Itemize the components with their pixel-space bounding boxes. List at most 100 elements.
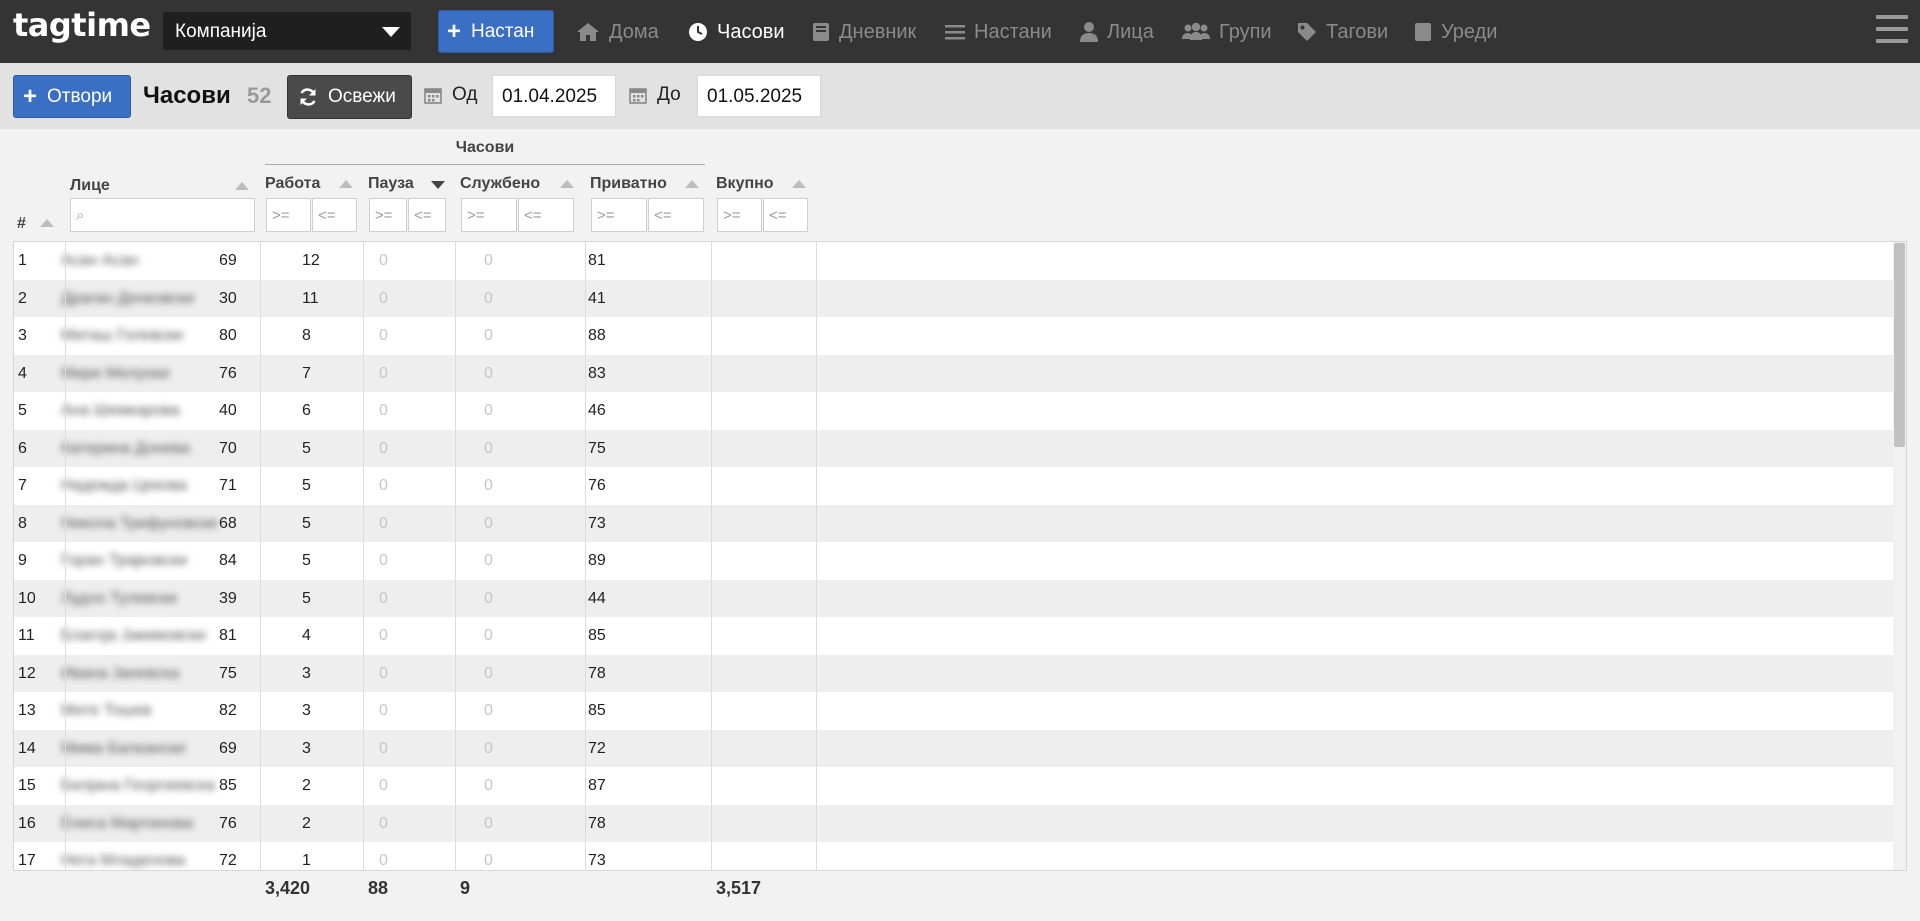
table-row[interactable]: 16 Ениса Мартинова 76 2 0 0 78: [14, 804, 1894, 842]
person-search-input[interactable]: ⌕: [70, 198, 255, 232]
pause-hours-cell: 3: [302, 702, 311, 719]
person-name-cell: Благоја Јакимовски: [61, 627, 206, 644]
private-hours-cell: 0: [484, 402, 493, 419]
business-hours-cell: 0: [379, 702, 388, 719]
nav-item-journal[interactable]: Дневник: [812, 19, 916, 45]
column-header-private[interactable]: Приватно: [590, 175, 667, 193]
pause-hours-cell: 5: [302, 439, 311, 457]
table-scrollbar[interactable]: [1893, 242, 1906, 870]
pause-hours-cell: 8: [302, 327, 311, 344]
private-hours-cell: 0: [484, 589, 493, 607]
nav-item-tags[interactable]: Тагови: [1297, 19, 1388, 45]
business-hours-cell: 0: [379, 589, 388, 607]
column-header-index[interactable]: #: [17, 215, 26, 233]
sort-asc-icon[interactable]: [560, 180, 574, 188]
table-row[interactable]: 3 Миташ Голевски 80 8 0 0 88: [14, 317, 1894, 355]
work-hours-cell: 30: [219, 289, 237, 307]
private-hours-cell: 0: [484, 702, 493, 719]
column-label: Пауза: [368, 175, 414, 192]
business-max-filter[interactable]: <=: [518, 198, 574, 232]
table-row[interactable]: 14 Мима Балкански 69 3 0 0 72: [14, 729, 1894, 767]
sort-asc-icon[interactable]: [235, 182, 249, 190]
work-hours-cell: 75: [219, 664, 237, 682]
total-hours-cell: 73: [588, 514, 606, 532]
nav-item-persons[interactable]: Лица: [1080, 19, 1154, 45]
from-date-input[interactable]: 01.04.2025: [492, 75, 616, 117]
total-min-filter[interactable]: >=: [717, 198, 762, 232]
column-label: Приватно: [590, 175, 667, 192]
table-row[interactable]: 1 Асан Асан 69 12 0 0 81: [14, 242, 1894, 280]
work-hours-cell: 68: [219, 514, 237, 532]
nav-item-label: Лица: [1107, 20, 1154, 43]
book-icon: [813, 23, 829, 41]
column-header-work[interactable]: Работа: [265, 175, 320, 193]
person-name-cell: Асан Асан: [61, 252, 139, 269]
private-min-filter[interactable]: >=: [591, 198, 647, 232]
table-row[interactable]: 11 Благоја Јакимовски 81 4 0 0 85: [14, 617, 1894, 655]
total-hours-cell: 87: [588, 777, 606, 794]
sort-asc-icon[interactable]: [339, 180, 353, 188]
work-min-filter[interactable]: >=: [266, 198, 311, 232]
column-divider: [260, 242, 261, 870]
column-header-total[interactable]: Вкупно: [716, 175, 774, 193]
table-row[interactable]: 15 Билјана Георгиевска 85 2 0 0 87: [14, 767, 1894, 805]
row-index-cell: 7: [18, 477, 27, 494]
open-button[interactable]: + Отвори: [13, 75, 131, 118]
person-name-cell: Драган Денковски: [61, 289, 195, 307]
new-event-label: Настан: [471, 20, 535, 42]
business-hours-cell: 0: [379, 289, 388, 307]
person-name-cell: Горан Трајковски: [61, 552, 188, 569]
column-label: Вкупно: [716, 175, 774, 192]
business-hours-cell: 0: [379, 477, 388, 494]
scrollbar-thumb[interactable]: [1894, 243, 1905, 447]
table-row[interactable]: 12 Ивана Јаневска 75 3 0 0 78: [14, 654, 1894, 692]
nav-item-events[interactable]: Настани: [945, 19, 1052, 45]
table-row[interactable]: 2 Драган Денковски 30 11 0 0 41: [14, 279, 1894, 317]
company-select[interactable]: Компанија: [163, 12, 411, 50]
pause-max-filter[interactable]: <=: [408, 198, 446, 232]
sort-desc-icon[interactable]: [431, 181, 445, 189]
total-max-filter[interactable]: <=: [763, 198, 808, 232]
table-row[interactable]: 17 Нега Младенова 72 1 0 0 73: [14, 842, 1894, 870]
hamburger-menu-icon[interactable]: [1876, 15, 1908, 47]
row-index-cell: 17: [18, 852, 36, 869]
column-header-pause[interactable]: Пауза: [368, 175, 414, 193]
private-max-filter[interactable]: <=: [648, 198, 704, 232]
list-icon: [945, 25, 965, 40]
refresh-button[interactable]: Освежи: [287, 75, 412, 119]
pause-min-filter[interactable]: >=: [369, 198, 407, 232]
to-date-input[interactable]: 01.05.2025: [697, 75, 821, 117]
table-row[interactable]: 4 Мири Мелуоки 76 7 0 0 83: [14, 354, 1894, 392]
nav-item-devices[interactable]: Уреди: [1414, 19, 1497, 45]
table-row[interactable]: 8 Никола Трифуновски 68 5 0 0 73: [14, 504, 1894, 542]
column-label: #: [17, 215, 26, 232]
sort-asc-icon[interactable]: [40, 219, 54, 227]
column-header-business[interactable]: Службено: [460, 175, 540, 193]
work-max-filter[interactable]: <=: [312, 198, 357, 232]
new-event-button[interactable]: + Настан: [438, 10, 554, 53]
private-hours-cell: 0: [484, 289, 493, 307]
table-row[interactable]: 10 Лудчо Тулевски 39 5 0 0 44: [14, 579, 1894, 617]
app-logo[interactable]: tagtime: [13, 6, 151, 44]
private-hours-cell: 0: [484, 552, 493, 569]
nav-item-groups[interactable]: Групи: [1182, 19, 1272, 45]
table-row[interactable]: 6 Катерина Донева 70 5 0 0 75: [14, 429, 1894, 467]
table-row[interactable]: 5 Ана Шемкарова 40 6 0 0 46: [14, 392, 1894, 430]
business-min-filter[interactable]: >=: [461, 198, 517, 232]
pause-hours-cell: 5: [302, 477, 311, 494]
pause-hours-cell: 2: [302, 814, 311, 832]
work-hours-cell: 82: [219, 702, 237, 719]
row-index-cell: 12: [18, 664, 36, 682]
column-header-person[interactable]: Лице: [70, 177, 110, 195]
nav-item-hours[interactable]: Часови: [688, 19, 785, 45]
person-name-cell: Мите Тошев: [61, 702, 152, 719]
row-index-cell: 1: [18, 252, 27, 269]
sort-asc-icon[interactable]: [685, 180, 699, 188]
nav-item-home[interactable]: Дома: [576, 19, 659, 45]
table-row[interactable]: 7 Надежда Цекова 71 5 0 0 76: [14, 467, 1894, 505]
sort-asc-icon[interactable]: [792, 180, 806, 188]
table-row[interactable]: 13 Мите Тошев 82 3 0 0 85: [14, 692, 1894, 730]
pause-hours-cell: 1: [302, 852, 311, 869]
table-row[interactable]: 9 Горан Трајковски 84 5 0 0 89: [14, 542, 1894, 580]
work-hours-cell: 71: [219, 477, 237, 494]
